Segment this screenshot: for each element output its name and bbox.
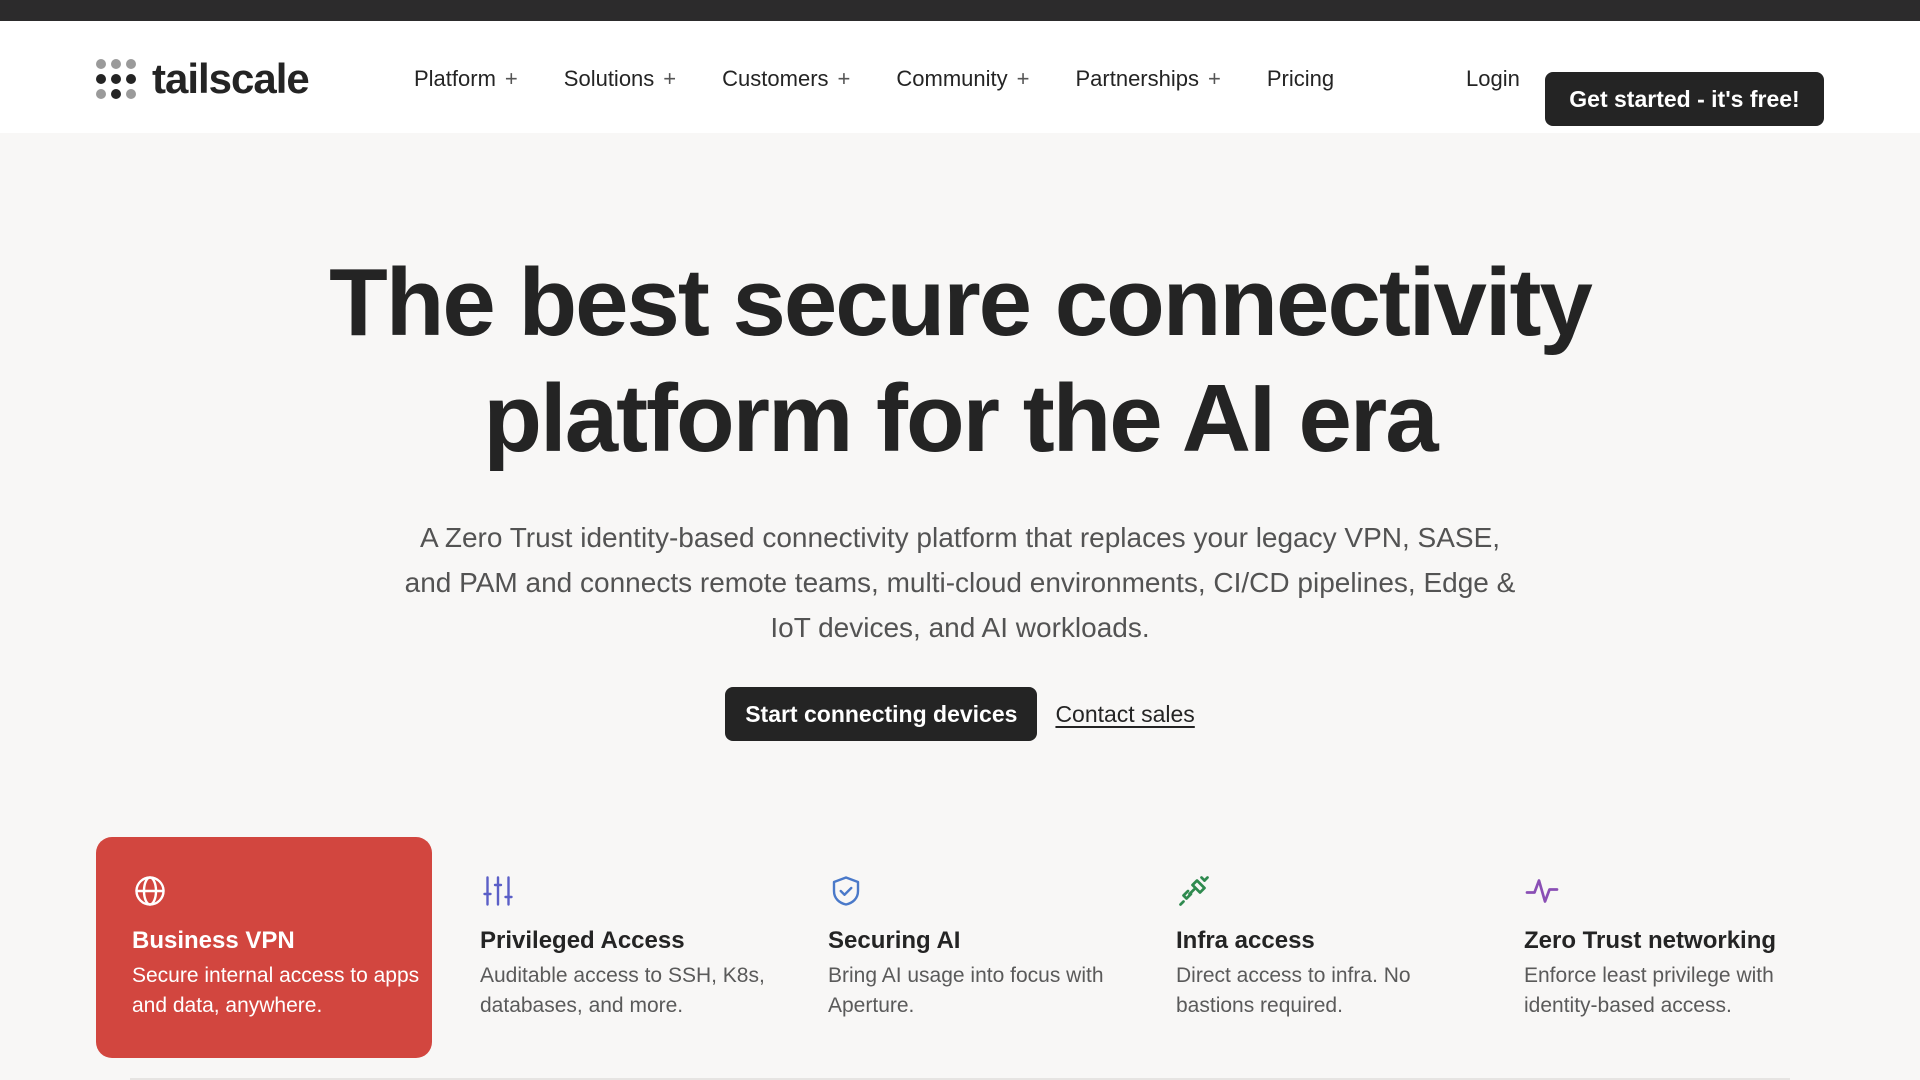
- hero-title-line1: The best secure connectivity: [329, 249, 1593, 356]
- globe-icon: [135, 876, 165, 906]
- plus-icon: +: [663, 66, 677, 91]
- contact-sales-link[interactable]: Contact sales: [1055, 701, 1194, 728]
- feature-desc: Auditable access to SSH, K8s, databases,…: [480, 964, 765, 1017]
- hero-title-line2: platform for the AI era: [483, 365, 1438, 472]
- logo-text: tailscale: [152, 55, 310, 102]
- feature-desc: Secure internal access to apps and data,…: [132, 964, 420, 1017]
- nav-label: Solutions: [563, 66, 655, 91]
- nav-label: Platform: [414, 66, 496, 91]
- nav-pricing[interactable]: Pricing: [1267, 66, 1334, 92]
- nav-label: Customers: [722, 66, 829, 91]
- hero-subtitle: A Zero Trust identity-based connectivity…: [404, 522, 1516, 643]
- feature-infra-access[interactable]: Infra access Direct access to infra. No …: [1140, 837, 1476, 1058]
- plug-icon: [1179, 876, 1209, 906]
- feature-zero-trust[interactable]: Zero Trust networking Enforce least priv…: [1488, 837, 1824, 1058]
- main-nav: Platform + Solutions + Customers + Commu…: [414, 61, 1334, 97]
- feature-title: Zero Trust networking: [1524, 927, 1777, 954]
- feature-desc: Direct access to infra. No bastions requ…: [1176, 964, 1411, 1017]
- logo[interactable]: tailscale: [96, 55, 310, 102]
- feature-cards: Business VPN Secure internal access to a…: [96, 837, 1824, 1058]
- feature-title: Privileged Access: [480, 927, 685, 954]
- feature-title: Business VPN: [132, 927, 295, 954]
- hero-title: The best secure connectivity platform fo…: [0, 245, 1920, 477]
- activity-icon: [1525, 879, 1559, 903]
- login-link[interactable]: Login: [1466, 61, 1520, 97]
- nav-label: Community: [896, 66, 1008, 91]
- get-started-button[interactable]: Get started - it's free!: [1545, 72, 1824, 126]
- nav-partnerships[interactable]: Partnerships +: [1075, 66, 1220, 92]
- nav-label: Partnerships: [1075, 66, 1199, 91]
- tailscale-dots-icon: [96, 59, 136, 99]
- feature-desc: Bring AI usage into focus with Aperture.: [828, 964, 1104, 1017]
- plus-icon: +: [504, 66, 518, 91]
- navbar: tailscale Platform + Solutions + Custome…: [0, 21, 1920, 133]
- feature-desc: Enforce least privilege with identity-ba…: [1524, 964, 1774, 1017]
- feature-securing-ai[interactable]: Securing AI Bring AI usage into focus wi…: [792, 837, 1128, 1058]
- nav-customers[interactable]: Customers +: [722, 66, 850, 92]
- feature-title: Securing AI: [828, 927, 961, 954]
- sliders-icon: [483, 876, 513, 906]
- plus-icon: +: [1208, 66, 1221, 91]
- feature-title: Infra access: [1176, 927, 1315, 954]
- nav-solutions[interactable]: Solutions +: [564, 66, 676, 92]
- plus-icon: +: [837, 66, 851, 91]
- nav-platform[interactable]: Platform +: [414, 66, 518, 92]
- nav-community[interactable]: Community +: [896, 66, 1029, 92]
- feature-business-vpn[interactable]: Business VPN Secure internal access to a…: [96, 837, 432, 1058]
- plus-icon: +: [1016, 66, 1030, 91]
- top-strip: [0, 0, 1920, 21]
- feature-privileged-access[interactable]: Privileged Access Auditable access to SS…: [444, 837, 780, 1058]
- shield-check-icon: [832, 876, 860, 906]
- nav-label: Pricing: [1266, 66, 1335, 91]
- start-connecting-button[interactable]: Start connecting devices: [725, 687, 1038, 741]
- hero-actions: Start connecting devices Contact sales: [0, 687, 1920, 741]
